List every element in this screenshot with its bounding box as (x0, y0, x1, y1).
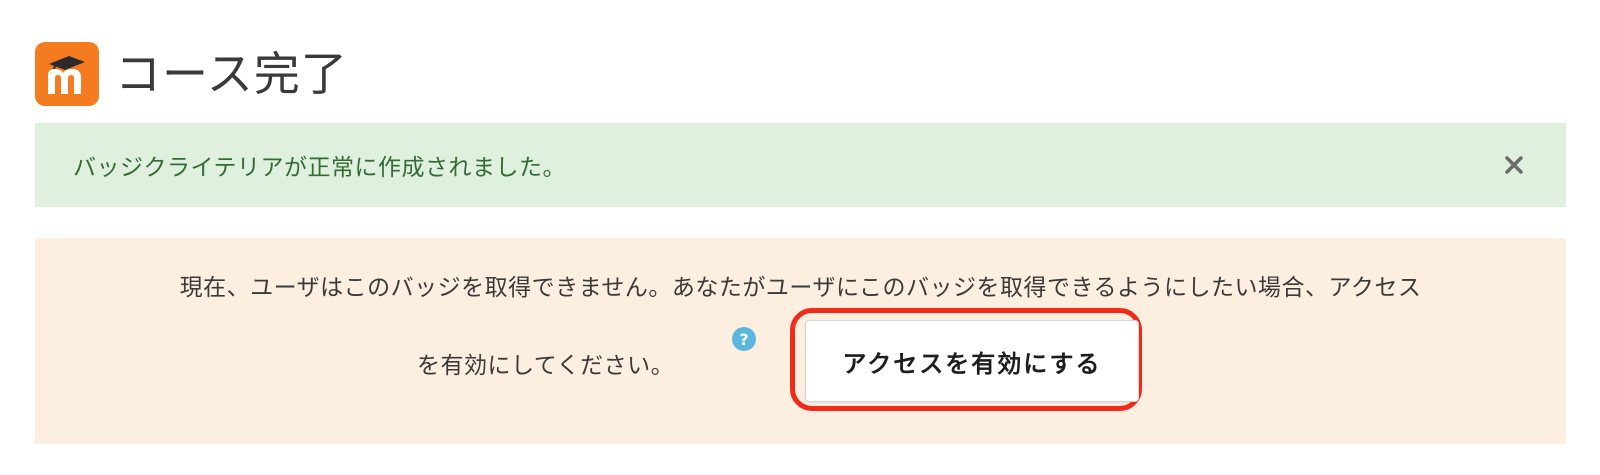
page: コース完了 バッジクライテリアが正常に作成されました。 現在、ユーザはこのバッジ… (0, 0, 1600, 475)
enable-access-button[interactable]: アクセスを有効にする (805, 320, 1139, 402)
moodle-logo-icon (35, 42, 99, 106)
page-title: コース完了 (115, 47, 348, 101)
page-header: コース完了 (35, 42, 348, 106)
warning-alert: 現在、ユーザはこのバッジを取得できません。あなたがユーザにこのバッジを取得できる… (35, 238, 1566, 444)
warning-message-line2: を有効にしてください。 (417, 353, 675, 379)
help-icon[interactable]: ? (732, 327, 756, 351)
success-message: バッジクライテリアが正常に作成されました。 (73, 155, 567, 181)
success-alert: バッジクライテリアが正常に作成されました。 (35, 123, 1566, 207)
close-icon[interactable] (1500, 151, 1528, 179)
warning-message-line1: 現在、ユーザはこのバッジを取得できません。あなたがユーザにこのバッジを取得できる… (179, 275, 1422, 301)
